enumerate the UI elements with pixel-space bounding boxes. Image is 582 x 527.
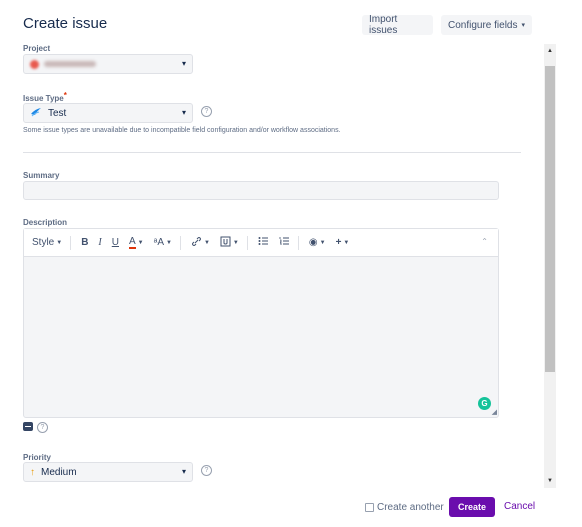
text-color-button[interactable]: A ▼ xyxy=(129,235,144,249)
required-indicator: * xyxy=(63,91,67,100)
scroll-down-icon[interactable]: ▼ xyxy=(544,476,556,486)
chevron-down-icon: ▾ xyxy=(521,22,525,29)
more-formatting-button[interactable]: ᵃA ▼ xyxy=(154,237,172,248)
chevron-down-icon: ▼ xyxy=(56,239,63,246)
chevron-down-icon: ▾ xyxy=(181,108,186,117)
chevron-down-icon: ▼ xyxy=(319,239,326,246)
summary-input[interactable] xyxy=(23,181,499,200)
emoticon-icon: ◉ xyxy=(308,237,318,248)
italic-button[interactable]: I xyxy=(98,237,101,248)
wiki-markup-toggle-icon[interactable] xyxy=(23,422,33,431)
project-label: Project xyxy=(23,44,51,53)
cancel-link[interactable]: Cancel xyxy=(504,501,535,512)
priority-label: Priority xyxy=(23,453,52,462)
toolbar-divider xyxy=(297,235,299,250)
form-scroll-area[interactable]: Project ▾ Issue Type* Test ▾ ? Some issu… xyxy=(0,44,544,488)
issue-type-label-text: Issue Type xyxy=(23,94,64,103)
help-icon[interactable]: ? xyxy=(201,465,212,476)
issue-type-select[interactable]: Test ▾ xyxy=(23,103,193,123)
toolbar-divider xyxy=(246,235,248,250)
insert-more-button[interactable]: + ▼ xyxy=(336,237,350,248)
collapse-toolbar-icon[interactable]: ⌃ xyxy=(481,237,488,246)
description-editor: Style ▼ B I U A ▼ ᵃA ▼ ▼ ▼ ◉ ▼ + ▼ ⌃ G ◢ xyxy=(23,228,499,418)
editor-toolbar: Style ▼ B I U A ▼ ᵃA ▼ ▼ ▼ ◉ ▼ + ▼ ⌃ xyxy=(24,229,498,257)
issue-type-value: Test xyxy=(48,107,67,119)
chevron-down-icon: ▼ xyxy=(166,239,172,246)
grammarly-icon[interactable]: G xyxy=(478,397,491,410)
attachment-button[interactable]: ▼ xyxy=(220,236,239,250)
chevron-down-icon: ▼ xyxy=(343,239,350,246)
bullet-list-icon xyxy=(258,236,269,249)
issue-type-label: Issue Type* xyxy=(23,91,67,103)
style-dropdown[interactable]: Style ▼ xyxy=(32,237,62,248)
summary-label: Summary xyxy=(23,171,60,180)
plus-icon: + xyxy=(335,237,342,248)
project-name-redacted xyxy=(44,61,96,67)
scroll-up-icon[interactable]: ▲ xyxy=(544,46,556,56)
issue-type-hint: Some issue types are unavailable due to … xyxy=(23,127,341,134)
toolbar-divider xyxy=(70,235,72,250)
scrollbar[interactable]: ▲ ▼ xyxy=(544,44,556,488)
help-icon[interactable]: ? xyxy=(201,106,212,117)
help-icon[interactable]: ? xyxy=(37,422,48,433)
create-issue-dialog: Create issue Import issues Configure fie… xyxy=(0,0,582,527)
chevron-down-icon: ▼ xyxy=(137,239,144,246)
create-button[interactable]: Create xyxy=(449,497,495,517)
link-icon xyxy=(191,236,202,250)
chevron-down-icon: ▾ xyxy=(181,467,186,476)
bullet-list-button[interactable] xyxy=(258,236,269,249)
scrollbar-thumb[interactable] xyxy=(545,66,555,372)
configure-fields-label: Configure fields xyxy=(448,19,518,31)
project-select[interactable]: ▾ xyxy=(23,54,193,74)
link-button[interactable]: ▼ xyxy=(191,236,210,250)
import-issues-label: Import issues xyxy=(369,14,398,36)
numbered-list-icon xyxy=(279,236,290,249)
text-color-label: A xyxy=(129,235,136,249)
create-another-checkbox[interactable] xyxy=(365,503,374,512)
priority-select[interactable]: ↑ Medium ▾ xyxy=(23,462,193,482)
chevron-down-icon: ▼ xyxy=(232,239,239,246)
underline-button[interactable]: U xyxy=(112,237,119,248)
numbered-list-button[interactable] xyxy=(279,236,290,249)
emoticon-button[interactable]: ◉ ▼ xyxy=(309,237,326,248)
project-avatar xyxy=(30,59,39,69)
configure-fields-button[interactable]: Configure fields ▾ xyxy=(441,15,532,35)
import-issues-button[interactable]: Import issues xyxy=(362,14,433,36)
more-formatting-label: ᵃA xyxy=(153,237,165,248)
resize-handle-icon[interactable]: ◢ xyxy=(492,408,497,416)
create-another-toggle[interactable]: Create another xyxy=(365,502,444,513)
style-label: Style xyxy=(32,237,55,248)
section-divider xyxy=(23,152,521,153)
chevron-down-icon: ▾ xyxy=(181,59,186,68)
dialog-title: Create issue xyxy=(23,15,108,32)
chevron-down-icon: ▼ xyxy=(203,239,210,246)
create-another-label: Create another xyxy=(377,502,444,513)
arrow-up-icon: ↑ xyxy=(30,466,35,478)
attachment-icon xyxy=(220,236,231,250)
bold-button[interactable]: B xyxy=(81,237,88,248)
description-label: Description xyxy=(23,218,68,227)
priority-value: Medium xyxy=(41,466,77,478)
test-type-icon xyxy=(30,107,42,120)
toolbar-divider xyxy=(179,235,181,250)
description-textarea[interactable] xyxy=(24,257,498,417)
